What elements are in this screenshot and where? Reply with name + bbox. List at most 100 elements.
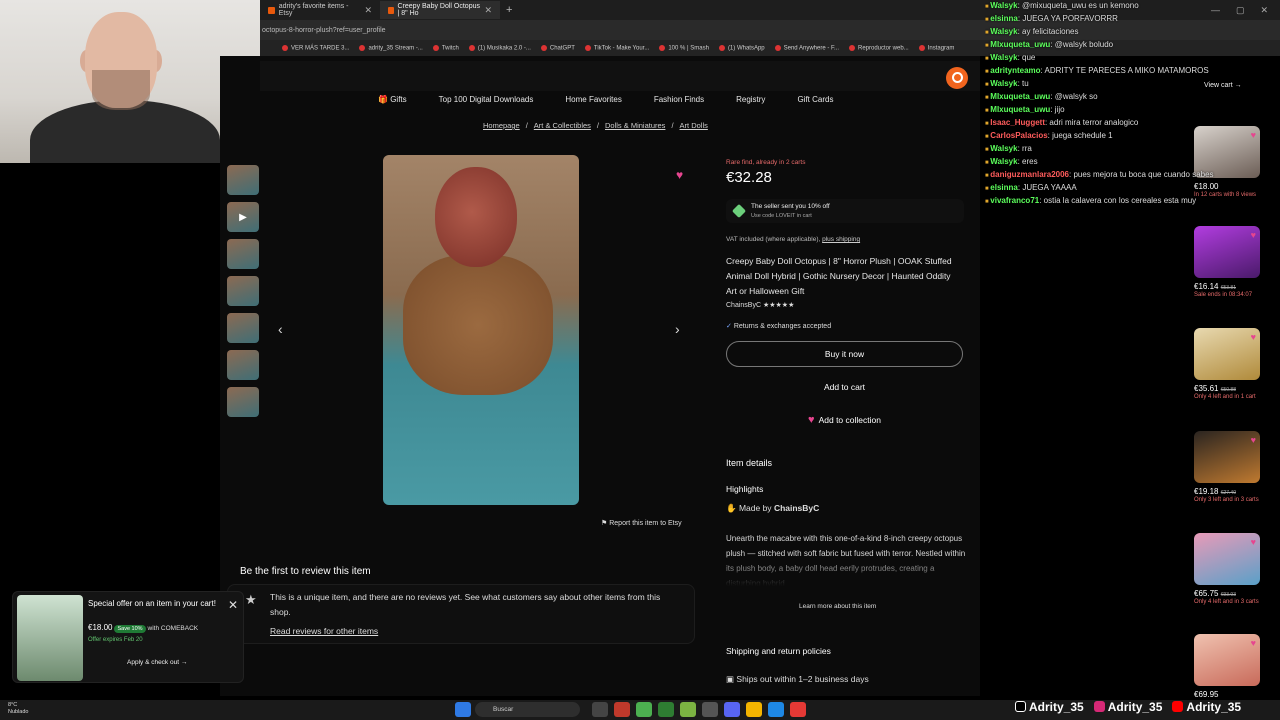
close-icon[interactable]: ✕ <box>364 5 372 16</box>
social-label: Adrity_35 <box>1107 700 1163 714</box>
learn-more-link[interactable]: Learn more about this item <box>799 603 876 610</box>
made-by-shop[interactable]: ChainsByC <box>774 503 819 513</box>
breadcrumb-link[interactable]: Homepage <box>483 121 520 130</box>
breadcrumb-link[interactable]: Dolls & Miniatures <box>605 121 665 130</box>
bookmark[interactable]: Twitch <box>433 45 459 51</box>
breadcrumb-link[interactable]: Art Dolls <box>680 121 708 130</box>
offer-product-image[interactable] <box>17 595 83 681</box>
social-label: Adrity_35 <box>1029 700 1084 714</box>
video-thumbnail[interactable]: ▶ <box>227 202 259 232</box>
cart-item-card[interactable]: ♥ €65.75 €93.93 Only 4 left and in 3 car… <box>1194 533 1260 606</box>
thumbnail[interactable] <box>227 387 259 417</box>
thumbnail[interactable] <box>227 313 259 343</box>
bookmark[interactable]: TikTok - Make Your... <box>585 45 649 51</box>
chat-message: MIxuqueta_uwu: jijo <box>985 104 1280 117</box>
cart-item-card[interactable]: ♥ €69.95 <box>1194 634 1260 699</box>
edge-icon[interactable] <box>768 702 784 717</box>
report-link[interactable]: ⚑ Report this item to Etsy <box>601 519 682 527</box>
cart-item-image: ♥ <box>1194 328 1260 380</box>
nav-top-100[interactable]: Top 100 Digital Downloads <box>439 95 534 104</box>
bookmark[interactable]: adrity_35 Stream -... <box>359 45 422 51</box>
heart-icon[interactable]: ♥ <box>1251 332 1256 342</box>
task-view-icon[interactable] <box>592 702 608 717</box>
shop-name[interactable]: ChainsByC <box>726 302 761 309</box>
windows-start-icon[interactable] <box>455 702 471 717</box>
bookmark[interactable]: Send Anywhere - F... <box>775 45 839 51</box>
shipping-link[interactable]: plus shipping <box>822 236 860 243</box>
heart-icon[interactable]: ♥ <box>1251 537 1256 547</box>
chevron-right-icon[interactable]: › <box>675 321 680 337</box>
add-to-cart-button[interactable]: Add to cart <box>726 374 963 400</box>
nav-gift-cards[interactable]: Gift Cards <box>797 95 833 104</box>
chrome-icon[interactable] <box>636 702 652 717</box>
button-label: Add to collection <box>818 415 881 425</box>
heart-icon[interactable]: ♥ <box>1251 638 1256 648</box>
star-icon: ★ <box>245 592 257 607</box>
nav-registry[interactable]: Registry <box>736 95 765 104</box>
bookmark[interactable]: Reproductor web... <box>849 45 909 51</box>
button-label: Buy it now <box>824 349 865 359</box>
search-icon[interactable] <box>946 67 968 89</box>
nav-fashion-finds[interactable]: Fashion Finds <box>654 95 704 104</box>
offer-expiry: Offer expires Feb 20 <box>88 637 143 643</box>
tab-title: Creepy Baby Doll Octopus | 8" Ho <box>397 3 480 17</box>
chat-text: : ADRITY TE PARECES A MIKO MATAMOROS <box>1040 66 1209 75</box>
chevron-left-icon[interactable]: ‹ <box>278 321 283 337</box>
bookmark[interactable]: Instagram <box>919 45 955 51</box>
close-icon[interactable]: ✕ <box>228 598 238 612</box>
app-icon[interactable] <box>790 702 806 717</box>
nav-gifts[interactable]: 🎁 Gifts <box>378 95 407 104</box>
thumbnail[interactable] <box>227 350 259 380</box>
chat-message: Walsyk: eres <box>985 156 1280 169</box>
bookmark[interactable]: ChatGPT <box>541 45 575 51</box>
read-reviews-link[interactable]: Read reviews for other items <box>270 626 378 636</box>
discord-icon[interactable] <box>724 702 740 717</box>
bookmark[interactable]: (1) WhatsApp <box>719 45 765 51</box>
cart-item-price: €19.18 <box>1194 487 1219 496</box>
cart-item-card[interactable]: ♥ €35.61 €50.88 Only 4 left and in 1 car… <box>1194 328 1260 401</box>
close-icon[interactable]: ✕ <box>484 5 492 16</box>
chat-message: daniguzmanlara2006: pues mejora tu boca … <box>985 169 1280 182</box>
thumbnail[interactable] <box>227 165 259 195</box>
file-explorer-icon[interactable] <box>746 702 762 717</box>
thumbnail[interactable] <box>227 276 259 306</box>
weather-widget[interactable]: 8°C Nublado <box>8 702 29 716</box>
bookmark[interactable]: VER MÁS TARDE 3... <box>282 45 349 51</box>
buy-now-button[interactable]: Buy it now <box>726 341 963 367</box>
cart-item-price-row: €69.95 <box>1194 690 1260 699</box>
app-icon[interactable] <box>680 702 696 717</box>
chat-user: Walsyk <box>990 157 1018 166</box>
description-fade <box>726 556 966 586</box>
nav-home-favorites[interactable]: Home Favorites <box>565 95 621 104</box>
favorite-heart-icon[interactable]: ♥ <box>676 168 683 182</box>
cart-item-note: Only 4 left and in 3 carts <box>1194 599 1259 605</box>
chat-user: MIxuqueta_uwu <box>990 40 1051 49</box>
apply-checkout-link[interactable]: Apply & check out → <box>127 659 187 666</box>
octopus-body <box>403 255 553 395</box>
heart-icon[interactable]: ♥ <box>1251 435 1256 445</box>
cart-item-price-row: €65.75 €93.93 <box>1194 589 1260 598</box>
price: €32.28 <box>726 169 772 186</box>
browser-tab-2[interactable]: Creepy Baby Doll Octopus | 8" Ho ✕ <box>380 1 500 19</box>
cart-item-image: ♥ <box>1194 634 1260 686</box>
chat-text: : jijo <box>1050 105 1065 114</box>
cart-item-card[interactable]: ♥ €16.14 €53.81 Sale ends in 08:34:07 <box>1194 226 1260 299</box>
thumbnail[interactable] <box>227 239 259 269</box>
browser-tab-1[interactable]: adrity's favorite items - Etsy ✕ <box>260 1 380 19</box>
cart-item-card[interactable]: ♥ €19.18 €27.40 Only 3 left and in 3 car… <box>1194 431 1260 504</box>
taskbar-icons <box>455 702 471 717</box>
new-tab-icon[interactable]: + <box>500 4 518 16</box>
opera-icon[interactable] <box>614 702 630 717</box>
taskbar-search[interactable]: Buscar <box>475 702 580 717</box>
heart-icon[interactable]: ♥ <box>1251 230 1256 240</box>
youtube-handle: Adrity_35 <box>1172 700 1241 714</box>
breadcrumb-link[interactable]: Art & Collectibles <box>534 121 591 130</box>
add-to-collection-button[interactable]: ♥ Add to collection <box>726 407 963 433</box>
returns-label: Returns & exchanges accepted <box>733 323 832 330</box>
ships-note: ▣ Ships out within 1–2 business days <box>726 674 869 685</box>
bookmark[interactable]: 100 % | Smash <box>659 45 709 51</box>
app-icon[interactable] <box>702 702 718 717</box>
bookmark[interactable]: (1) Musikaka 2.0 -... <box>469 45 531 51</box>
app-icon[interactable] <box>658 702 674 717</box>
product-image[interactable] <box>383 155 579 505</box>
